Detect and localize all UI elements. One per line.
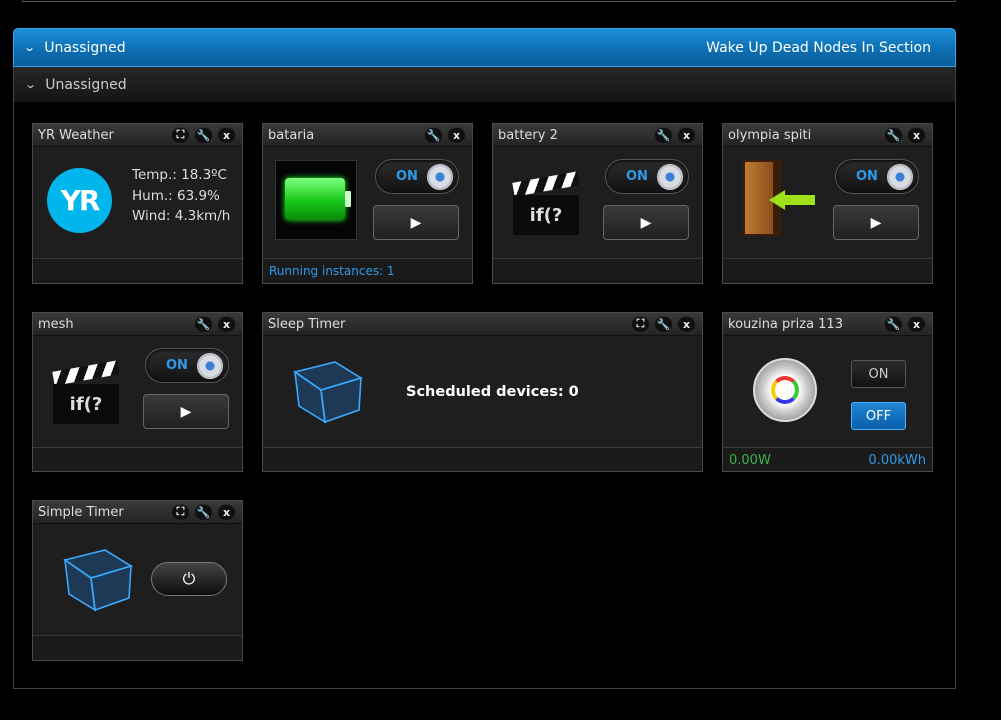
wrench-icon[interactable]: 🔧	[884, 315, 903, 333]
widget-yr-weather: YR Weather ⛶ 🔧 x YR Temp.: 18.3ºC Hum.: …	[32, 123, 243, 284]
widget-olympia-spiti: olympia spiti 🔧 x ON ▶	[722, 123, 933, 284]
expand-icon[interactable]: ⛶	[171, 503, 190, 521]
widget-battery-2: battery 2 🔧 x if(? ON ▶	[492, 123, 703, 284]
power-reading: 0.00W	[729, 453, 771, 468]
play-button[interactable]: ▶	[833, 205, 919, 240]
close-icon[interactable]: x	[907, 126, 926, 144]
section-body: ⌄ Unassigned YR Weather ⛶ 🔧 x YR Temp.: …	[13, 67, 956, 689]
close-icon[interactable]: x	[677, 126, 696, 144]
widget-kouzina-priza: kouzina priza 113 🔧 x ON OFF 0.00W 0.00k…	[722, 312, 933, 472]
widget-title: Simple Timer	[38, 504, 124, 520]
widget-title: kouzina priza 113	[728, 316, 843, 332]
close-icon[interactable]: x	[677, 315, 696, 333]
on-toggle[interactable]: ON	[605, 159, 689, 194]
widget-sleep-timer: Sleep Timer ⛶ 🔧 x Scheduled devices: 0	[262, 312, 703, 472]
widget-title: bataria	[268, 127, 315, 143]
close-icon[interactable]: x	[217, 503, 236, 521]
scene-clapperboard-icon: if(?	[511, 167, 581, 237]
section-title: Unassigned	[44, 39, 126, 56]
widget-title: YR Weather	[38, 127, 114, 143]
power-button[interactable]: ⏻	[151, 562, 227, 596]
timer-cube-icon	[293, 361, 363, 424]
widget-bataria: bataria 🔧 x ON ▶ Running instances: 1	[262, 123, 473, 284]
expand-icon[interactable]: ⛶	[631, 315, 650, 333]
weather-stats: Temp.: 18.3ºC Hum.: 63.9% Wind: 4.3km/h	[132, 165, 242, 227]
widget-title: Sleep Timer	[268, 316, 346, 332]
top-frame	[22, 0, 956, 2]
off-button[interactable]: OFF	[851, 402, 906, 430]
play-icon: ▶	[870, 214, 882, 231]
widget-title: mesh	[38, 316, 74, 332]
chevron-down-icon[interactable]: ⌄	[24, 78, 37, 91]
on-toggle[interactable]: ON	[835, 159, 919, 194]
sub-section-title: Unassigned	[45, 76, 127, 93]
close-icon[interactable]: x	[907, 315, 926, 333]
play-button[interactable]: ▶	[603, 205, 689, 240]
widget-footer	[33, 259, 242, 282]
play-icon: ▶	[180, 403, 192, 420]
on-button[interactable]: ON	[851, 360, 906, 388]
energy-reading: 0.00kWh	[868, 453, 926, 468]
running-instances: Running instances: 1	[263, 259, 472, 282]
close-icon[interactable]: x	[447, 126, 466, 144]
temperature: Temp.: 18.3ºC	[132, 167, 227, 183]
sub-section-header[interactable]: ⌄ Unassigned	[14, 67, 955, 102]
yr-logo: YR	[47, 168, 112, 233]
close-icon[interactable]: x	[217, 315, 236, 333]
play-icon: ▶	[410, 214, 422, 231]
wind: Wind: 4.3km/h	[132, 208, 231, 224]
expand-icon[interactable]: ⛶	[171, 126, 190, 144]
door-enter-icon	[739, 160, 815, 236]
wrench-icon[interactable]: 🔧	[654, 315, 673, 333]
widget-footer	[33, 448, 242, 471]
humidity: Hum.: 63.9%	[132, 187, 220, 204]
widget-mesh: mesh 🔧 x if(? ON ▶	[32, 312, 243, 472]
wrench-icon[interactable]: 🔧	[884, 126, 903, 144]
widget-footer	[723, 259, 932, 282]
power-icon: ⏻	[182, 569, 196, 588]
play-button[interactable]: ▶	[143, 394, 229, 429]
widget-footer: 0.00W 0.00kWh	[723, 448, 932, 471]
play-button[interactable]: ▶	[373, 205, 459, 240]
wrench-icon[interactable]: 🔧	[194, 126, 213, 144]
wrench-icon[interactable]: 🔧	[194, 503, 213, 521]
wrench-icon[interactable]: 🔧	[654, 126, 673, 144]
wake-up-dead-nodes-button[interactable]: Wake Up Dead Nodes In Section	[706, 40, 931, 56]
widget-title: olympia spiti	[728, 127, 812, 143]
wrench-icon[interactable]: 🔧	[424, 126, 443, 144]
timer-cube-icon	[63, 549, 133, 612]
scene-clapperboard-icon: if(?	[51, 356, 121, 426]
widget-simple-timer: Simple Timer ⛶ 🔧 x ⏻	[32, 500, 243, 661]
play-icon: ▶	[640, 214, 652, 231]
widget-footer	[263, 448, 702, 471]
wall-plug-icon	[753, 358, 817, 422]
close-icon[interactable]: x	[217, 126, 236, 144]
scheduled-devices: Scheduled devices: 0	[406, 384, 579, 400]
on-toggle[interactable]: ON	[375, 159, 459, 194]
on-toggle[interactable]: ON	[145, 348, 229, 383]
widget-footer	[33, 636, 242, 659]
wrench-icon[interactable]: 🔧	[194, 315, 213, 333]
widget-title: battery 2	[498, 127, 558, 143]
battery-icon	[275, 160, 357, 240]
section-header[interactable]: ⌄ Unassigned Wake Up Dead Nodes In Secti…	[13, 28, 956, 67]
widget-footer	[493, 259, 702, 282]
chevron-down-icon[interactable]: ⌄	[23, 41, 36, 54]
